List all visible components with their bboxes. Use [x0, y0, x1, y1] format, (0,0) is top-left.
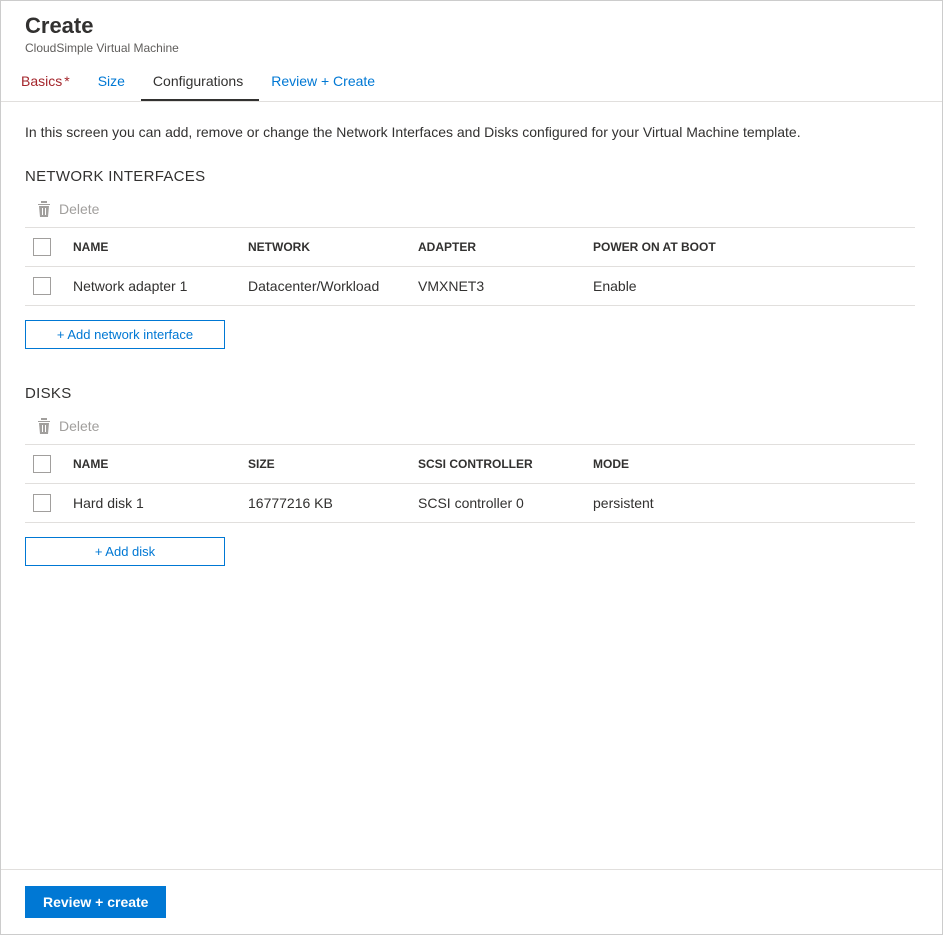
- network-header-power: POWER ON AT BOOT: [593, 240, 793, 254]
- page-title: Create: [25, 13, 918, 39]
- disk-row-size: 16777216 KB: [248, 495, 418, 511]
- row-checkbox[interactable]: [33, 277, 51, 295]
- add-disk-button[interactable]: + Add disk: [25, 537, 225, 566]
- page-header: Create CloudSimple Virtual Machine: [1, 1, 942, 63]
- disk-row-name: Hard disk 1: [73, 495, 248, 511]
- network-header-name: NAME: [73, 240, 248, 254]
- network-grid-header: NAME NETWORK ADAPTER POWER ON AT BOOT: [25, 227, 915, 267]
- row-check-cell: [33, 277, 73, 295]
- tab-review-label: Review + Create: [271, 73, 375, 89]
- disks-grid-header: NAME SIZE SCSI CONTROLLER MODE: [25, 444, 915, 484]
- table-row[interactable]: Hard disk 1 16777216 KB SCSI controller …: [25, 484, 915, 523]
- add-network-interface-button[interactable]: + Add network interface: [25, 320, 225, 349]
- tab-configurations-label: Configurations: [153, 73, 243, 89]
- tab-review[interactable]: Review + Create: [259, 63, 391, 101]
- table-row[interactable]: Network adapter 1 Datacenter/Workload VM…: [25, 267, 915, 306]
- disks-header-name: NAME: [73, 457, 248, 471]
- network-header-check: [33, 238, 73, 256]
- disk-row-scsi: SCSI controller 0: [418, 495, 593, 511]
- page-subtitle: CloudSimple Virtual Machine: [25, 41, 918, 55]
- page-container: Create CloudSimple Virtual Machine Basic…: [0, 0, 943, 935]
- disks-delete-button[interactable]: Delete: [25, 412, 918, 444]
- network-delete-button[interactable]: Delete: [25, 195, 918, 227]
- disks-delete-label: Delete: [59, 418, 99, 434]
- tab-size[interactable]: Size: [86, 63, 141, 101]
- network-row-adapter: VMXNET3: [418, 278, 593, 294]
- row-checkbox[interactable]: [33, 494, 51, 512]
- tab-basics[interactable]: Basics*: [9, 63, 86, 101]
- network-section: NETWORK INTERFACES Delete NAME NETWORK A…: [25, 168, 918, 349]
- row-check-cell: [33, 494, 73, 512]
- disks-select-all-checkbox[interactable]: [33, 455, 51, 473]
- network-row-name: Network adapter 1: [73, 278, 248, 294]
- content-area: In this screen you can add, remove or ch…: [1, 102, 942, 869]
- tab-basics-label: Basics: [21, 73, 62, 89]
- trash-icon: [37, 201, 51, 217]
- tab-configurations[interactable]: Configurations: [141, 63, 259, 101]
- disk-row-mode: persistent: [593, 495, 793, 511]
- description-text: In this screen you can add, remove or ch…: [25, 124, 918, 140]
- disks-header-size: SIZE: [248, 457, 418, 471]
- disks-header-scsi: SCSI CONTROLLER: [418, 457, 593, 471]
- network-row-network: Datacenter/Workload: [248, 278, 418, 294]
- review-create-button[interactable]: Review + create: [25, 886, 166, 918]
- tab-bar: Basics* Size Configurations Review + Cre…: [1, 63, 942, 102]
- network-header-network: NETWORK: [248, 240, 418, 254]
- network-grid: NAME NETWORK ADAPTER POWER ON AT BOOT Ne…: [25, 227, 915, 306]
- page-footer: Review + create: [1, 869, 942, 934]
- network-select-all-checkbox[interactable]: [33, 238, 51, 256]
- trash-icon: [37, 418, 51, 434]
- tab-size-label: Size: [98, 73, 125, 89]
- disks-section-title: DISKS: [25, 385, 918, 402]
- network-section-title: NETWORK INTERFACES: [25, 168, 918, 185]
- network-header-adapter: ADAPTER: [418, 240, 593, 254]
- tab-basics-asterisk: *: [64, 73, 69, 89]
- network-delete-label: Delete: [59, 201, 99, 217]
- network-row-power: Enable: [593, 278, 793, 294]
- disks-section: DISKS Delete NAME SIZE SCSI CONTROLLER M…: [25, 385, 918, 566]
- disks-header-check: [33, 455, 73, 473]
- disks-header-mode: MODE: [593, 457, 793, 471]
- disks-grid: NAME SIZE SCSI CONTROLLER MODE Hard disk…: [25, 444, 915, 523]
